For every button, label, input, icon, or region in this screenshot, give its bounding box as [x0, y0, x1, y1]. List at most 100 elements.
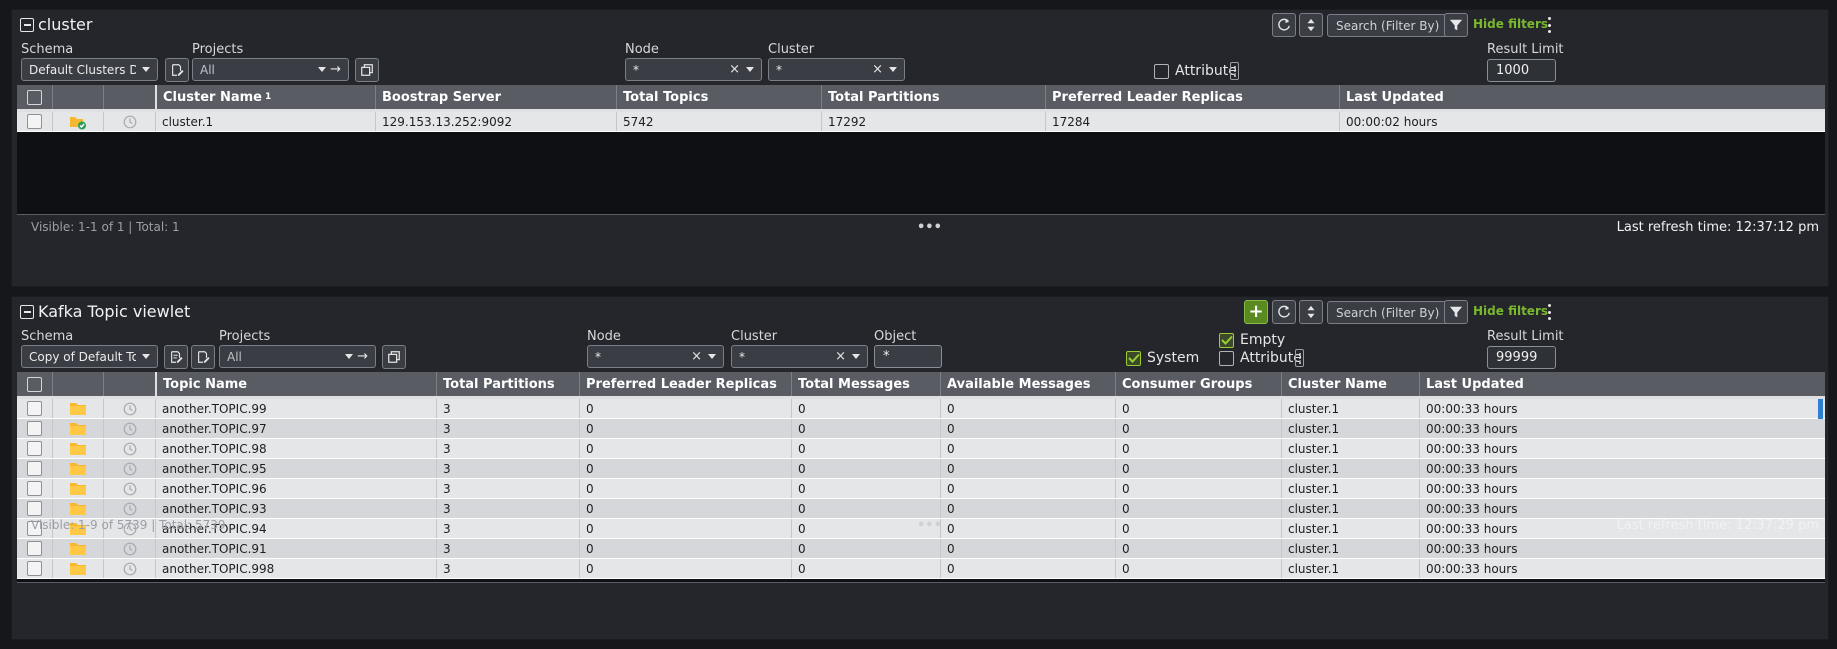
attribute-checkbox[interactable]: Attribute [1154, 63, 1237, 79]
object-input[interactable]: * [874, 345, 942, 368]
clear-icon[interactable]: × [872, 62, 883, 77]
search-input[interactable]: Search (Filter By) [1327, 14, 1457, 37]
projects-select[interactable]: All → [192, 58, 349, 81]
row-select-cell[interactable] [17, 419, 52, 438]
filter-button[interactable] [1444, 300, 1468, 324]
result-limit-input[interactable]: 99999 [1487, 346, 1556, 369]
clear-icon[interactable]: × [729, 62, 740, 77]
schema-view-button[interactable] [164, 345, 188, 369]
row-checkbox[interactable] [27, 401, 42, 416]
row-select-cell[interactable] [17, 399, 52, 418]
row-checkbox[interactable] [27, 461, 42, 476]
column-header-preferred-leader-replicas[interactable]: Preferred Leader Replicas [1045, 85, 1339, 109]
hide-filters-link[interactable]: Hide filters [1473, 304, 1548, 318]
attribute-options-icon[interactable] [1295, 349, 1304, 367]
select-all-cell[interactable] [17, 372, 52, 396]
empty-checkbox[interactable]: Empty [1219, 332, 1285, 348]
schema-edit-button[interactable] [191, 345, 215, 369]
system-checkbox[interactable]: System [1126, 350, 1199, 366]
checkbox-box[interactable] [1219, 332, 1234, 348]
row-history-cell[interactable] [103, 459, 155, 478]
table-row[interactable]: another.TOPIC.998 3 0 0 0 0 cluster.1 00:00:33 … [17, 559, 1825, 579]
checkbox-box[interactable] [1126, 350, 1141, 366]
row-checkbox[interactable] [27, 541, 42, 556]
column-header-last-updated[interactable]: Last Updated [1339, 85, 1825, 109]
hide-filters-link[interactable]: Hide filters [1473, 17, 1548, 31]
row-checkbox[interactable] [27, 114, 42, 129]
select-all-cell[interactable] [17, 85, 52, 109]
row-icon-cell [52, 459, 103, 478]
copy-button[interactable] [355, 58, 379, 82]
row-history-cell[interactable] [103, 539, 155, 558]
table-row[interactable]: another.TOPIC.91 3 0 0 0 0 cluster.1 00:00:33 h… [17, 539, 1825, 559]
kebab-menu-icon[interactable] [1544, 17, 1554, 33]
table-row[interactable]: cluster.1 129.153.13.252:9092 5742 17292… [17, 112, 1825, 132]
row-checkbox[interactable] [27, 421, 42, 436]
node-select[interactable]: * × [625, 58, 762, 81]
row-history-cell[interactable] [103, 419, 155, 438]
row-checkbox[interactable] [27, 481, 42, 496]
column-header-consumer-groups[interactable]: Consumer Groups [1115, 372, 1281, 396]
table-row[interactable]: another.TOPIC.96 3 0 0 0 0 cluster.1 00:00:33 h… [17, 479, 1825, 499]
kebab-menu-icon[interactable] [1544, 304, 1554, 320]
column-header-total-topics[interactable]: Total Topics [616, 85, 821, 109]
row-history-cell[interactable] [103, 399, 155, 418]
table-row[interactable]: another.TOPIC.97 3 0 0 0 0 cluster.1 00:00:33 h… [17, 419, 1825, 439]
refresh-button[interactable] [1272, 13, 1296, 37]
row-select-cell[interactable] [17, 539, 52, 558]
projects-select[interactable]: All → [219, 345, 376, 368]
copy-button[interactable] [382, 345, 406, 369]
node-select[interactable]: * × [587, 345, 724, 368]
row-select-cell[interactable] [17, 479, 52, 498]
cluster-select[interactable]: * × [768, 58, 905, 81]
collapse-icon[interactable] [20, 305, 34, 319]
table-row[interactable]: another.TOPIC.98 3 0 0 0 0 cluster.1 00:00:33 h… [17, 439, 1825, 459]
row-checkbox[interactable] [27, 441, 42, 456]
column-header-total-messages[interactable]: Total Messages [791, 372, 940, 396]
column-header-available-messages[interactable]: Available Messages [940, 372, 1115, 396]
search-input[interactable]: Search (Filter By) [1327, 301, 1457, 324]
clear-icon[interactable]: × [835, 349, 846, 364]
add-button[interactable]: + [1244, 300, 1268, 324]
schema-edit-button[interactable] [165, 58, 189, 82]
checkbox-box[interactable] [1154, 63, 1169, 79]
filter-button[interactable] [1444, 13, 1468, 37]
column-header-total-partitions[interactable]: Total Partitions [821, 85, 1045, 109]
table-row[interactable]: another.TOPIC.99 3 0 0 0 0 cluster.1 00:00:33 h… [17, 399, 1825, 419]
refresh-button[interactable] [1272, 300, 1296, 324]
column-header-last-updated[interactable]: Last Updated [1419, 372, 1825, 396]
select-all-checkbox[interactable] [27, 89, 42, 105]
row-checkbox[interactable] [27, 561, 42, 576]
row-select-cell[interactable] [17, 112, 52, 131]
schema-select[interactable]: Default Clusters Dir [21, 58, 158, 81]
row-history-cell[interactable] [103, 112, 155, 131]
column-header-cluster-name[interactable]: Cluster Name [1281, 372, 1419, 396]
more-icon[interactable]: ••• [917, 220, 942, 235]
table-row[interactable]: another.TOPIC.95 3 0 0 0 0 cluster.1 00:00:33 h… [17, 459, 1825, 479]
select-all-checkbox[interactable] [27, 376, 42, 392]
column-header-topic-name[interactable]: Topic Name [155, 372, 436, 396]
row-select-cell[interactable] [17, 439, 52, 458]
checkbox-box[interactable] [1219, 350, 1234, 366]
result-limit-input[interactable]: 1000 [1487, 59, 1556, 82]
scrollbar-thumb[interactable] [1818, 399, 1823, 419]
sort-button[interactable] [1299, 300, 1323, 324]
attribute-options-icon[interactable] [1230, 62, 1239, 80]
schema-select[interactable]: Copy of Default Topic [21, 345, 158, 368]
row-history-cell[interactable] [103, 439, 155, 458]
row-history-cell[interactable] [103, 479, 155, 498]
row-select-cell[interactable] [17, 559, 52, 578]
row-checkbox[interactable] [27, 501, 42, 516]
attribute-checkbox[interactable]: Attribute [1219, 350, 1302, 366]
more-icon[interactable]: ••• [917, 518, 942, 533]
row-select-cell[interactable] [17, 459, 52, 478]
collapse-icon[interactable] [20, 18, 34, 32]
column-header-preferred-leader-replicas[interactable]: Preferred Leader Replicas [579, 372, 791, 396]
cluster-select[interactable]: * × [731, 345, 868, 368]
column-header-cluster-name[interactable]: Cluster Name 1 [155, 85, 375, 109]
clear-icon[interactable]: × [691, 349, 702, 364]
column-header-bootstrap-server[interactable]: Boostrap Server [375, 85, 616, 109]
sort-button[interactable] [1299, 13, 1323, 37]
column-header-total-partitions[interactable]: Total Partitions [436, 372, 579, 396]
row-history-cell[interactable] [103, 559, 155, 578]
